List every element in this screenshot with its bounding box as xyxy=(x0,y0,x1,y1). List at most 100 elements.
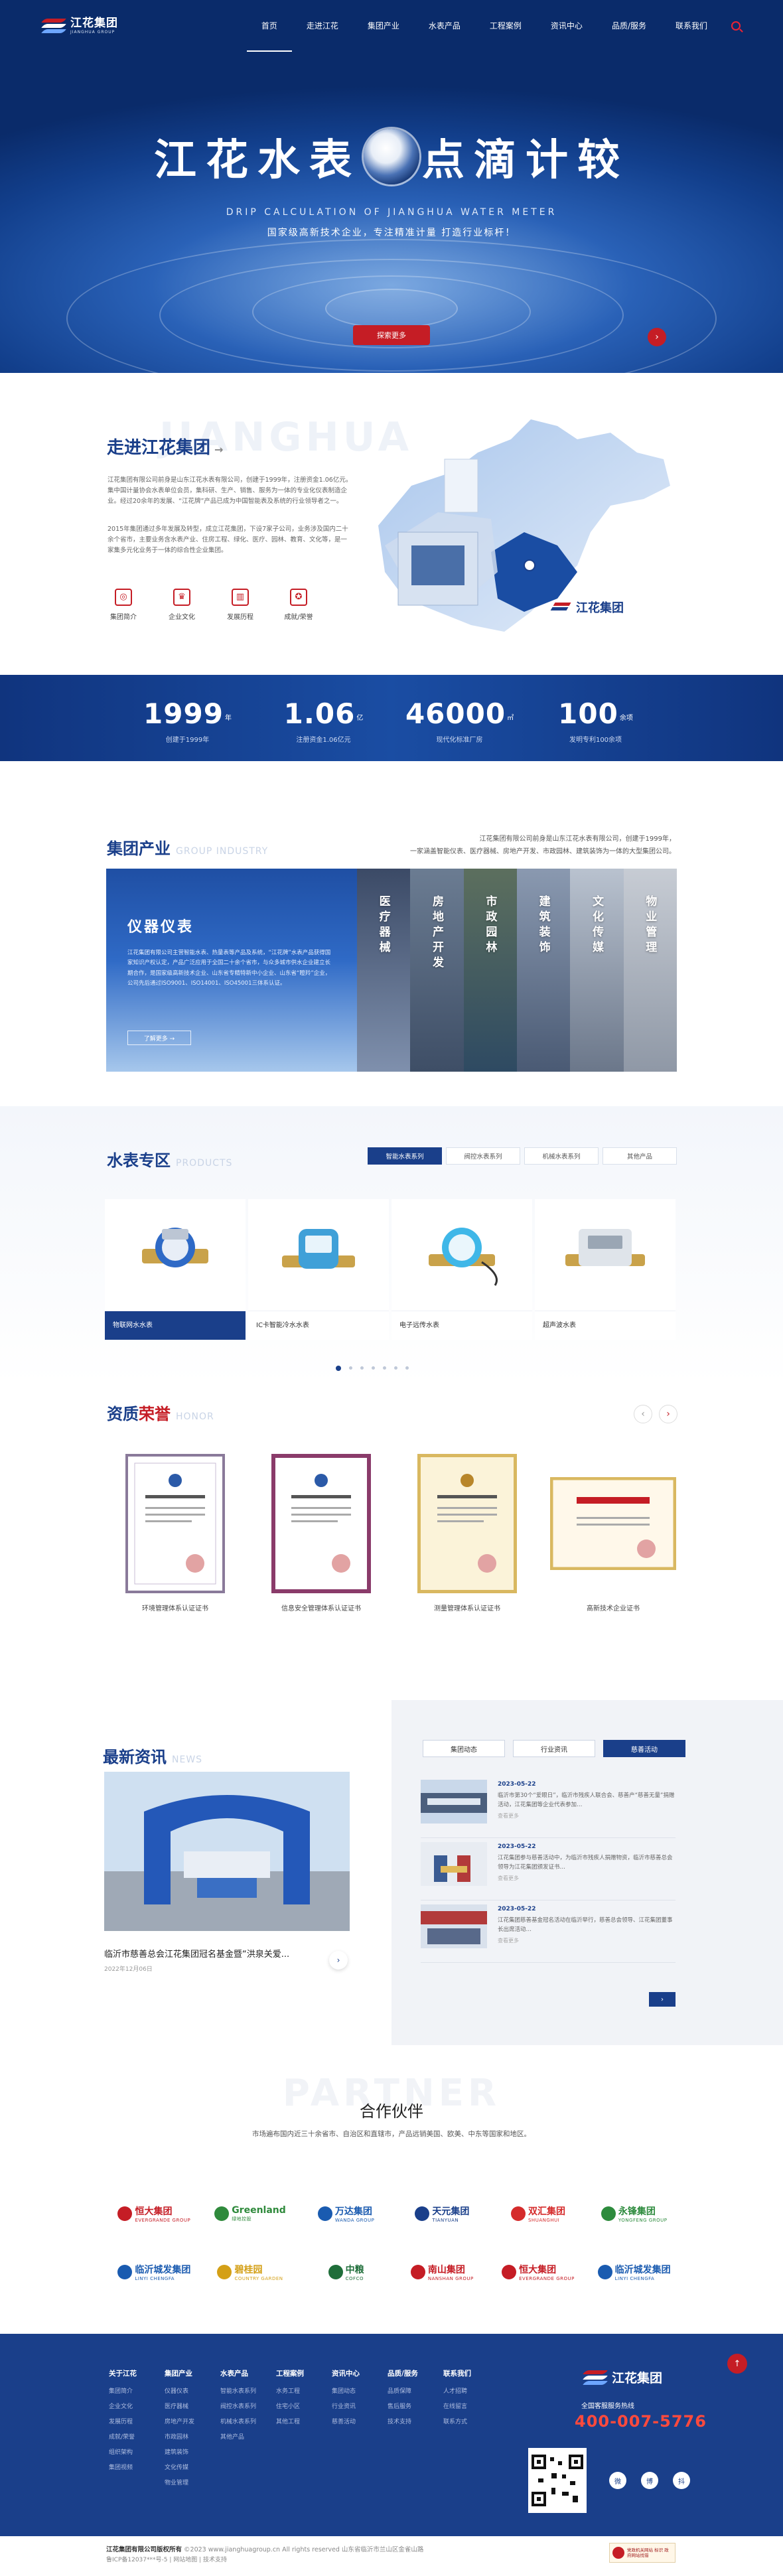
nav-home[interactable]: 首页 xyxy=(246,0,292,52)
next-slide-icon[interactable]: › xyxy=(648,328,666,346)
news-item[interactable]: 2023-05-22 江花集团参与慈善活动中，为临沂市残疾人捐赠物资，临沂市慈善总… xyxy=(421,1842,676,1900)
nav-service[interactable]: 品质/服务 xyxy=(597,0,661,52)
news-thumb xyxy=(421,1780,487,1824)
news-featured-image[interactable] xyxy=(104,1772,350,1931)
product-card[interactable]: 超声波水表 xyxy=(535,1199,676,1340)
industry-panel-instruments[interactable]: 仪器仪表 江花集团有限公司主营智能水表、热量表等产品及系统，“江花牌”水表产品获… xyxy=(106,869,357,1072)
footer-column-title[interactable]: 工程案例 xyxy=(276,2368,332,2378)
product-card[interactable]: 物联网水水表 xyxy=(105,1199,246,1340)
tab-mechanical-meters[interactable]: 机械水表系列 xyxy=(524,1147,599,1165)
back-to-top-icon[interactable]: ↑ xyxy=(727,2354,747,2374)
footer-column-title[interactable]: 资讯中心 xyxy=(332,2368,388,2378)
footer-column-title[interactable]: 集团产业 xyxy=(165,2368,220,2378)
footer-link[interactable]: 房地产开发 xyxy=(165,2417,220,2425)
industry-panel-media[interactable]: 文化传媒 xyxy=(570,869,624,1072)
wechat-icon[interactable]: 微 xyxy=(609,2472,626,2489)
nav-contact[interactable]: 联系我们 xyxy=(661,0,722,52)
gov-site-badge[interactable]: 党政机关网站 标识 政府网站找错 xyxy=(609,2543,676,2563)
footer-link[interactable]: 集团动态 xyxy=(332,2386,388,2395)
footer-link[interactable]: 品质保障 xyxy=(388,2386,443,2395)
carousel-dot[interactable] xyxy=(360,1366,364,1370)
news-featured-title[interactable]: 临沂市慈善总会江花集团冠名基金暨“洪泉关爱... xyxy=(104,1947,330,1960)
explore-more-button[interactable]: 探索更多 xyxy=(353,325,430,345)
certificate-card[interactable]: 信息安全管理体系认证证书 xyxy=(252,1453,390,1612)
about-link-intro[interactable]: ◎ 集团简介 xyxy=(106,589,141,621)
footer-link[interactable]: 其他工程 xyxy=(276,2417,332,2425)
douyin-icon[interactable]: 抖 xyxy=(673,2472,690,2489)
footer-link[interactable]: 文化传媒 xyxy=(165,2463,220,2471)
tab-charity[interactable]: 慈善活动 xyxy=(603,1740,685,1757)
about-link-honor[interactable]: ✪ 成就/荣誉 xyxy=(281,589,316,621)
tab-valve-meters[interactable]: 阀控水表系列 xyxy=(446,1147,520,1165)
news-item[interactable]: 2023-05-22 临沂市第30个“爱眼日”，临沂市残疾人联合会、慈善产“慈善无… xyxy=(421,1780,676,1838)
news-item[interactable]: 2023-05-22 江花集团慈善基金冠名活动在临沂举行，慈善总会领导、江花集团董… xyxy=(421,1904,676,1963)
search-icon[interactable] xyxy=(731,21,741,31)
footer-link[interactable]: 水务工程 xyxy=(276,2386,332,2395)
industry-title: 集团产业 GROUP INDUSTRY xyxy=(107,839,269,858)
tab-group-news[interactable]: 集团动态 xyxy=(423,1740,505,1757)
footer-link[interactable]: 成就/荣誉 xyxy=(109,2432,165,2441)
tab-smart-meters[interactable]: 智能水表系列 xyxy=(368,1147,442,1165)
about-link-history[interactable]: ▥ 发展历程 xyxy=(223,589,257,621)
news-more-arrow-icon[interactable]: › xyxy=(649,1992,676,2007)
industry-panel-decoration[interactable]: 建筑装饰 xyxy=(516,869,571,1072)
certificate-card[interactable]: 测量管理体系认证证书 xyxy=(398,1453,536,1612)
footer-link[interactable]: 集团简介 xyxy=(109,2386,165,2395)
nav-products[interactable]: 水表产品 xyxy=(414,0,475,52)
nav-news[interactable]: 资讯中心 xyxy=(536,0,597,52)
footer-column-title[interactable]: 联系我们 xyxy=(443,2368,499,2378)
nav-industry[interactable]: 集团产业 xyxy=(353,0,414,52)
footer-link[interactable]: 住宅小区 xyxy=(276,2401,332,2410)
carousel-dot[interactable] xyxy=(336,1366,341,1371)
carousel-dot[interactable] xyxy=(383,1366,386,1370)
carousel-dot[interactable] xyxy=(349,1366,352,1370)
nav-cases[interactable]: 工程案例 xyxy=(475,0,536,52)
footer-link[interactable]: 物业管理 xyxy=(165,2478,220,2486)
arrow-left-icon[interactable]: ‹ xyxy=(634,1405,652,1423)
nav-about[interactable]: 走进江花 xyxy=(292,0,353,52)
footer-link[interactable]: 企业文化 xyxy=(109,2401,165,2410)
footer-column-title[interactable]: 品质/服务 xyxy=(388,2368,443,2378)
product-card[interactable]: IC卡智能冷水水表 xyxy=(248,1199,389,1340)
site-logo[interactable]: 江花集团 JIANGHUA GROUP xyxy=(41,17,208,35)
certificate-card[interactable]: 高新技术企业证书 xyxy=(544,1453,682,1612)
industry-more-button[interactable]: 了解更多 → xyxy=(127,1031,191,1045)
footer-link[interactable]: 其他产品 xyxy=(220,2432,276,2441)
tab-other-products[interactable]: 其他产品 xyxy=(603,1147,677,1165)
footer-link[interactable]: 智能水表系列 xyxy=(220,2386,276,2395)
icp-links[interactable]: 鲁ICP备12037***号-5 | 网站地图 | 技术支持 xyxy=(106,2555,227,2563)
weibo-icon[interactable]: 博 xyxy=(641,2472,658,2489)
footer-link[interactable]: 发展历程 xyxy=(109,2417,165,2425)
certificate-card[interactable]: 环境管理体系认证证书 xyxy=(106,1453,244,1612)
carousel-dot[interactable] xyxy=(405,1366,409,1370)
product-card[interactable]: 电子远传水表 xyxy=(392,1199,532,1340)
footer-link[interactable]: 仪器仪表 xyxy=(165,2386,220,2395)
carousel-dot[interactable] xyxy=(394,1366,397,1370)
industry-panel-landscape[interactable]: 市政园林 xyxy=(463,869,517,1072)
footer-column-title[interactable]: 关于江花 xyxy=(109,2368,165,2378)
footer-link[interactable]: 行业资讯 xyxy=(332,2401,388,2410)
about-link-culture[interactable]: ♛ 企业文化 xyxy=(165,589,199,621)
industry-panel-realestate[interactable]: 房地产开发 xyxy=(410,869,464,1072)
tab-industry-news[interactable]: 行业资讯 xyxy=(513,1740,595,1757)
footer-link[interactable]: 在线留言 xyxy=(443,2401,499,2410)
footer-link[interactable]: 市政园林 xyxy=(165,2432,220,2441)
footer-link[interactable]: 联系方式 xyxy=(443,2417,499,2425)
footer-link[interactable]: 集团视频 xyxy=(109,2463,165,2471)
industry-panel-property[interactable]: 物业管理 xyxy=(623,869,677,1072)
footer-link[interactable]: 售后服务 xyxy=(388,2401,443,2410)
arrow-right-icon[interactable]: › xyxy=(659,1405,677,1423)
footer-link[interactable]: 机械水表系列 xyxy=(220,2417,276,2425)
footer-link[interactable]: 医疗器械 xyxy=(165,2401,220,2410)
footer-link[interactable]: 人才招聘 xyxy=(443,2386,499,2395)
footer-link[interactable]: 技术支持 xyxy=(388,2417,443,2425)
carousel-dot[interactable] xyxy=(372,1366,375,1370)
footer-column-title[interactable]: 水表产品 xyxy=(220,2368,276,2378)
footer-link[interactable]: 阀控水表系列 xyxy=(220,2401,276,2410)
arrow-right-icon[interactable]: › xyxy=(329,1951,348,1969)
footer-link[interactable]: 组织架构 xyxy=(109,2447,165,2456)
footer-link[interactable]: 建筑装饰 xyxy=(165,2447,220,2456)
hotline-number[interactable]: 400-007-5776 xyxy=(575,2412,707,2431)
industry-panel-medical[interactable]: 医疗器械 xyxy=(357,869,411,1072)
footer-link[interactable]: 慈善活动 xyxy=(332,2417,388,2425)
